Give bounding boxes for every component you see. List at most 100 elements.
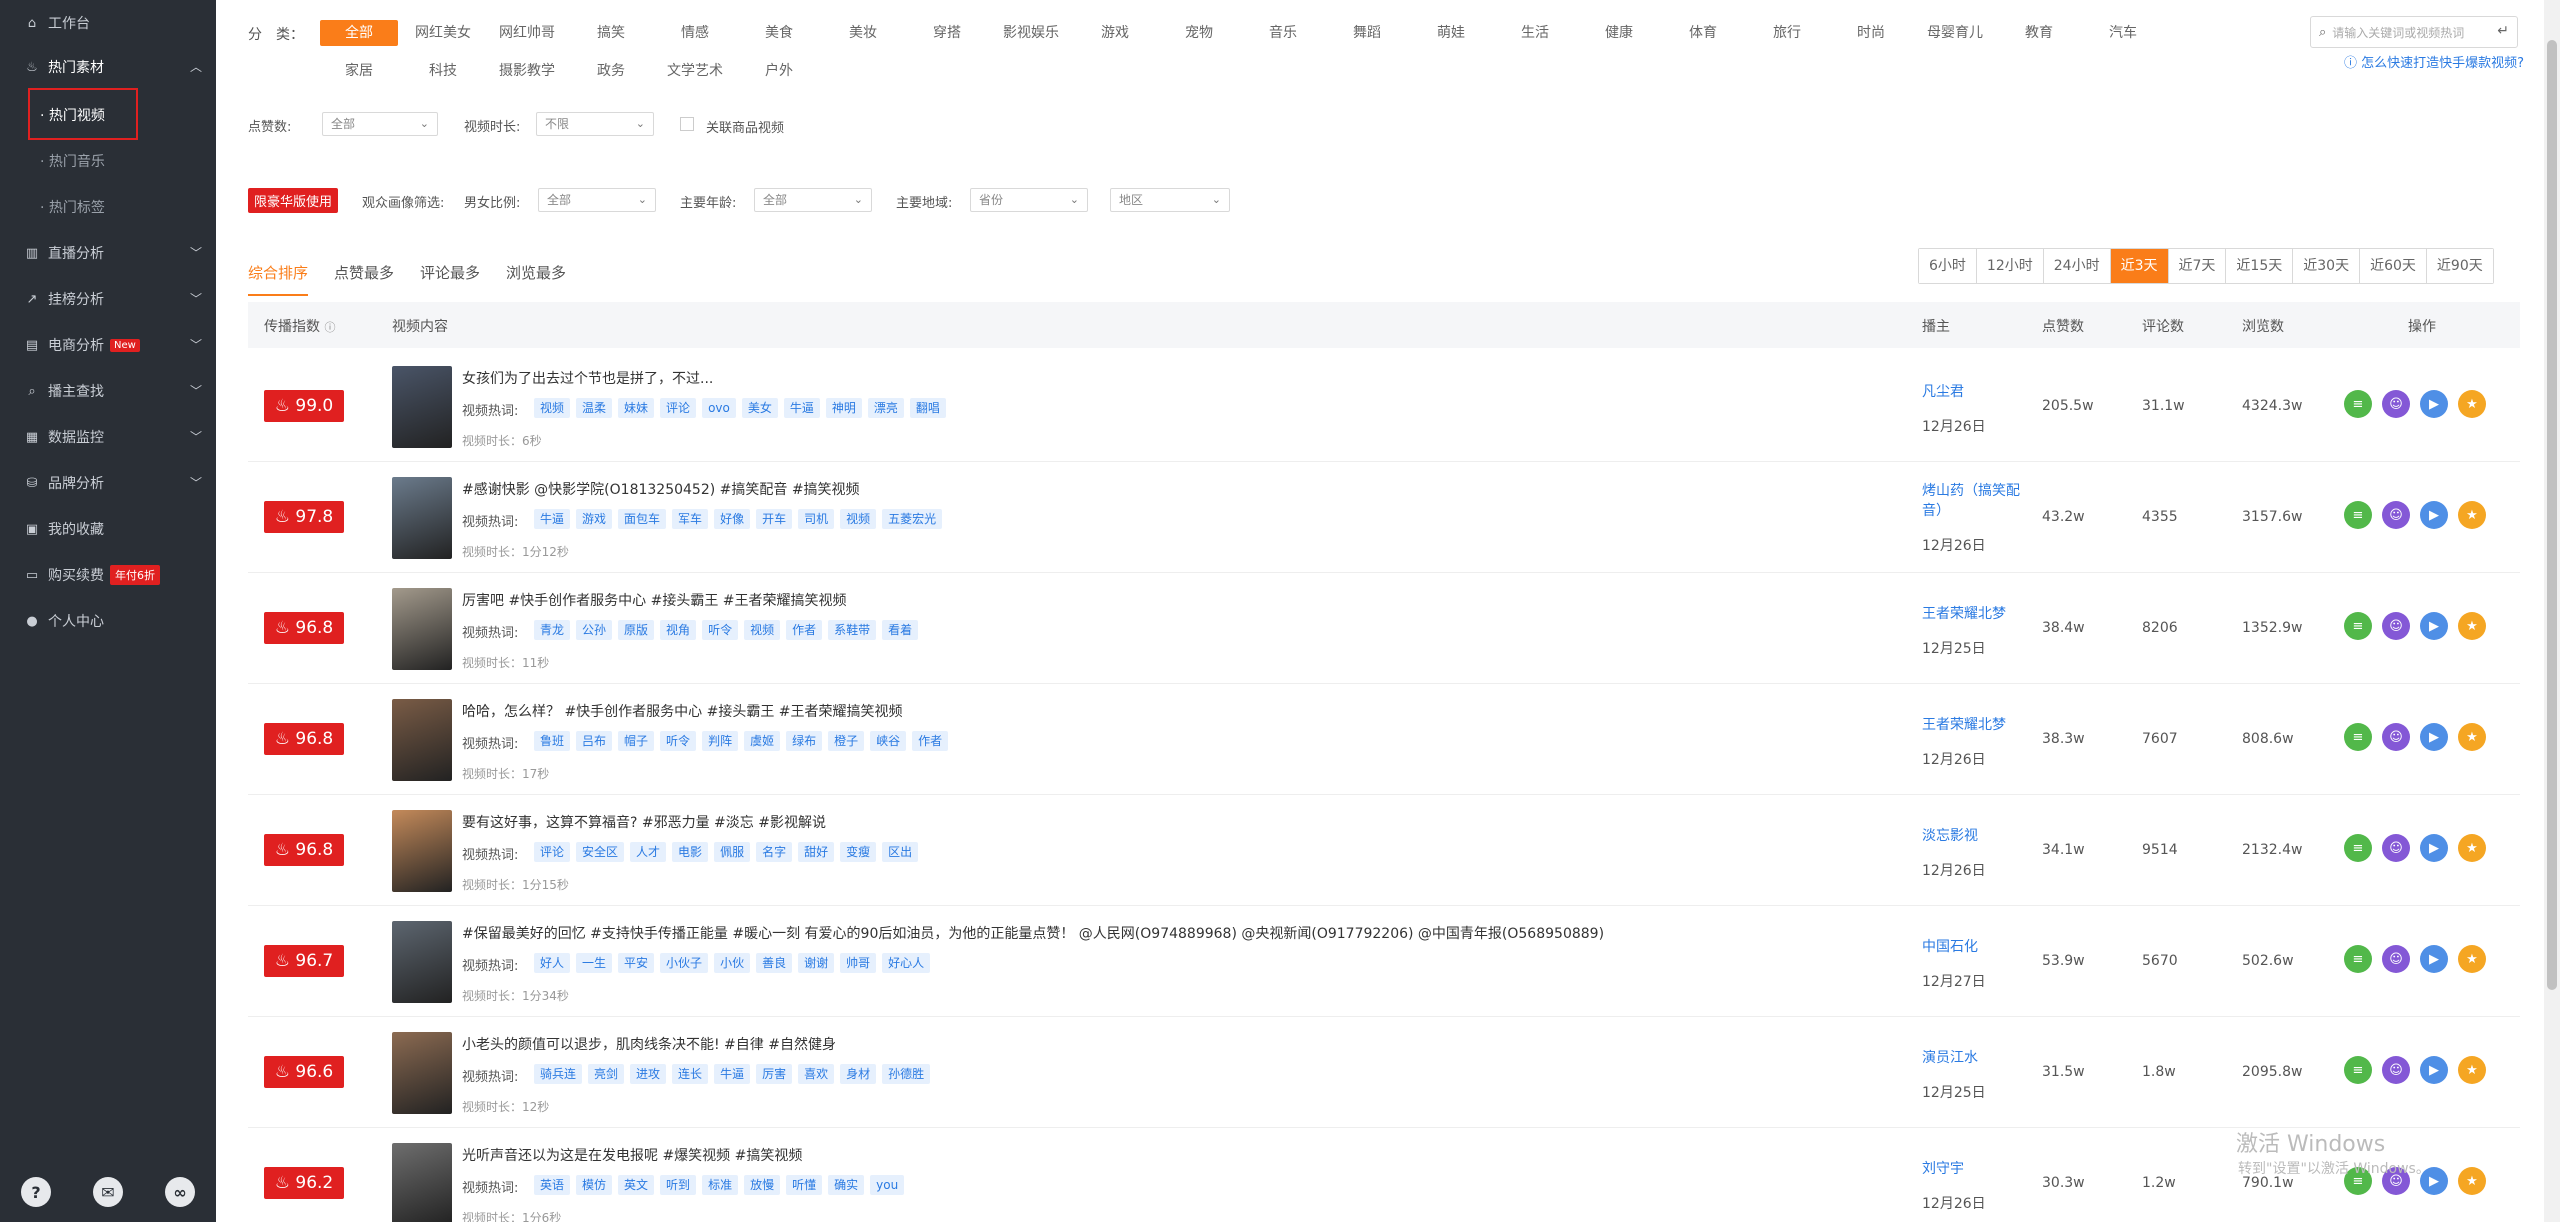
table-row[interactable]: ♨ 97.8 #感谢快影 @快影学院(O1813250452) #搞笑配音 #搞… bbox=[248, 463, 2520, 573]
video-thumbnail[interactable] bbox=[392, 1143, 452, 1222]
scrollbar[interactable] bbox=[2544, 0, 2560, 1222]
category-row2-3[interactable]: 政务 bbox=[572, 58, 650, 84]
hot-word-tag[interactable]: 看着 bbox=[882, 620, 919, 640]
creator-link[interactable]: 中国石化 bbox=[1922, 937, 2030, 957]
category-row2-1[interactable]: 科技 bbox=[404, 58, 482, 84]
enter-icon[interactable]: ↵ bbox=[2497, 23, 2509, 39]
table-row[interactable]: ♨ 99.0 女孩们为了出去过个节也是拼了，不过... 视频热词: 视频 温柔 妹妹… bbox=[248, 352, 2520, 462]
video-title[interactable]: 女孩们为了出去过个节也是拼了，不过... bbox=[462, 368, 713, 388]
hot-word-tag[interactable]: 确实 bbox=[828, 1175, 865, 1195]
hot-word-tag[interactable]: 牛逼 bbox=[534, 509, 571, 529]
sort-tab-most-comments[interactable]: 评论最多 bbox=[420, 260, 480, 296]
category-row1-16[interactable]: 体育 bbox=[1664, 20, 1742, 46]
creator-link[interactable]: 烤山药（搞笑配音） bbox=[1922, 481, 2030, 521]
time-range-button[interactable]: 近60天 bbox=[2360, 249, 2427, 283]
video-title[interactable]: #感谢快影 @快影学院(O1813250452) #搞笑配音 #搞笑视频 bbox=[462, 479, 860, 499]
hot-word-tag[interactable]: 牛逼 bbox=[783, 398, 820, 418]
video-title[interactable]: #保留最美好的回忆 #支持快手传播正能量 #暖心一刻 有爱心的90后如油员，为他… bbox=[462, 923, 1604, 943]
wechat-icon[interactable]: ✉ bbox=[93, 1177, 123, 1207]
hot-word-tag[interactable]: 开车 bbox=[756, 509, 793, 529]
video-thumbnail[interactable] bbox=[392, 366, 452, 448]
info-icon[interactable]: ⓘ bbox=[324, 321, 335, 334]
hot-word-tag[interactable]: 帅哥 bbox=[840, 953, 877, 973]
table-row[interactable]: ♨ 96.8 厉害吧 #快手创作者服务中心 #接头霸王 #王者荣耀搞笑视频 视频… bbox=[248, 574, 2520, 684]
province-select[interactable]: 省份 ⌄ bbox=[970, 188, 1088, 212]
detail-icon[interactable]: ≡ bbox=[2344, 723, 2372, 751]
hot-word-tag[interactable]: 面包车 bbox=[618, 509, 667, 529]
hot-word-tag[interactable]: 评论 bbox=[534, 842, 571, 862]
sidebar-item-live-analysis[interactable]: ▥ 直播分析 ﹀ bbox=[0, 230, 216, 276]
hot-word-tag[interactable]: 谢谢 bbox=[798, 953, 835, 973]
sidebar-item-hot-material[interactable]: ♨ 热门素材 ︿ bbox=[0, 44, 216, 90]
sidebar-item-workbench[interactable]: ⌂ 工作台 bbox=[0, 0, 216, 46]
hot-word-tag[interactable]: 作者 bbox=[912, 731, 949, 751]
table-row[interactable]: ♨ 96.6 小老头的颜值可以退步，肌肉线条决不能! #自律 #自然健身 视频热… bbox=[248, 1018, 2520, 1128]
sort-tab-most-likes[interactable]: 点赞最多 bbox=[334, 260, 394, 296]
category-row1-1[interactable]: 网红美女 bbox=[404, 20, 482, 46]
category-row1-15[interactable]: 健康 bbox=[1580, 20, 1658, 46]
hot-word-tag[interactable]: 电影 bbox=[672, 842, 709, 862]
hot-word-tag[interactable]: 善良 bbox=[756, 953, 793, 973]
hot-word-tag[interactable]: 温柔 bbox=[576, 398, 613, 418]
hot-word-tag[interactable]: 喜欢 bbox=[798, 1064, 835, 1084]
hot-word-tag[interactable]: 妹妹 bbox=[618, 398, 655, 418]
favorite-star-icon[interactable]: ★ bbox=[2458, 723, 2486, 751]
time-range-button[interactable]: 近30天 bbox=[2293, 249, 2361, 283]
favorite-star-icon[interactable]: ★ bbox=[2458, 945, 2486, 973]
category-row1-6[interactable]: 美妆 bbox=[824, 20, 902, 46]
hot-word-tag[interactable]: 平安 bbox=[618, 953, 655, 973]
audience-icon[interactable]: ☺ bbox=[2382, 501, 2410, 529]
hot-word-tag[interactable]: 亮剑 bbox=[588, 1064, 625, 1084]
age-select[interactable]: 全部 ⌄ bbox=[754, 188, 872, 212]
creator-link[interactable]: 淡忘影视 bbox=[1922, 826, 2030, 846]
sidebar-item-ranking-analysis[interactable]: ↗ 挂榜分析 ﹀ bbox=[0, 276, 216, 322]
video-thumbnail[interactable] bbox=[392, 1032, 452, 1114]
gender-select[interactable]: 全部 ⌄ bbox=[538, 188, 656, 212]
hot-word-tag[interactable]: 安全区 bbox=[576, 842, 625, 862]
hot-word-tag[interactable]: 放慢 bbox=[744, 1175, 781, 1195]
hot-word-tag[interactable]: 听令 bbox=[660, 731, 697, 751]
play-icon[interactable]: ▶ bbox=[2420, 945, 2448, 973]
time-range-button[interactable]: 近90天 bbox=[2426, 249, 2493, 283]
favorite-star-icon[interactable]: ★ bbox=[2458, 501, 2486, 529]
video-thumbnail[interactable] bbox=[392, 921, 452, 1003]
audience-icon[interactable]: ☺ bbox=[2382, 1056, 2410, 1084]
hot-word-tag[interactable]: 虞姬 bbox=[744, 731, 781, 751]
audience-icon[interactable]: ☺ bbox=[2382, 723, 2410, 751]
detail-icon[interactable]: ≡ bbox=[2344, 834, 2372, 862]
hot-word-tag[interactable]: 佩服 bbox=[714, 842, 751, 862]
time-range-button[interactable]: 近3天 bbox=[2110, 249, 2169, 283]
category-row1-10[interactable]: 宠物 bbox=[1160, 20, 1238, 46]
audience-icon[interactable]: ☺ bbox=[2382, 390, 2410, 418]
favorite-star-icon[interactable]: ★ bbox=[2458, 834, 2486, 862]
hot-word-tag[interactable]: 身材 bbox=[840, 1064, 877, 1084]
category-row1-11[interactable]: 音乐 bbox=[1244, 20, 1322, 46]
sidebar-item-data-monitor[interactable]: ▦ 数据监控 ﹀ bbox=[0, 414, 216, 460]
video-title[interactable]: 小老头的颜值可以退步，肌肉线条决不能! #自律 #自然健身 bbox=[462, 1034, 836, 1054]
category-row1-0[interactable]: 全部 bbox=[320, 20, 398, 46]
creator-link[interactable]: 王者荣耀北梦 bbox=[1922, 604, 2030, 624]
hot-word-tag[interactable]: 判阵 bbox=[702, 731, 739, 751]
creator-link[interactable]: 刘守宇 bbox=[1922, 1159, 2030, 1179]
table-row[interactable]: ♨ 96.2 光听声音还以为这是在发电报呢 #爆笑视频 #搞笑视频 视频热词: … bbox=[248, 1129, 2520, 1222]
hot-word-tag[interactable]: 小伙 bbox=[714, 953, 751, 973]
hot-word-tag[interactable]: 模仿 bbox=[576, 1175, 613, 1195]
time-range-button[interactable]: 12小时 bbox=[1976, 249, 2044, 283]
hot-word-tag[interactable]: 听令 bbox=[702, 620, 739, 640]
creator-link[interactable]: 凡尘君 bbox=[1922, 382, 2030, 402]
hot-word-tag[interactable]: 神明 bbox=[825, 398, 862, 418]
hot-word-tag[interactable]: 好像 bbox=[714, 509, 751, 529]
category-row1-8[interactable]: 影视娱乐 bbox=[992, 20, 1070, 46]
category-row1-7[interactable]: 穿搭 bbox=[908, 20, 986, 46]
play-icon[interactable]: ▶ bbox=[2420, 612, 2448, 640]
sidebar-item-ecommerce-analysis[interactable]: ▤ 电商分析 New ﹀ bbox=[0, 322, 216, 368]
sidebar-item-profile[interactable]: ● 个人中心 bbox=[0, 598, 216, 644]
hot-word-tag[interactable]: 区出 bbox=[882, 842, 919, 862]
hot-word-tag[interactable]: 厉害 bbox=[756, 1064, 793, 1084]
video-thumbnail[interactable] bbox=[392, 810, 452, 892]
video-thumbnail[interactable] bbox=[392, 477, 452, 559]
table-row[interactable]: ♨ 96.8 哈哈，怎么样？ #快手创作者服务中心 #接头霸王 #王者荣耀搞笑视… bbox=[248, 685, 2520, 795]
audience-icon[interactable]: ☺ bbox=[2382, 834, 2410, 862]
hot-word-tag[interactable]: 五菱宏光 bbox=[882, 509, 943, 529]
hot-word-tag[interactable]: 视角 bbox=[660, 620, 697, 640]
